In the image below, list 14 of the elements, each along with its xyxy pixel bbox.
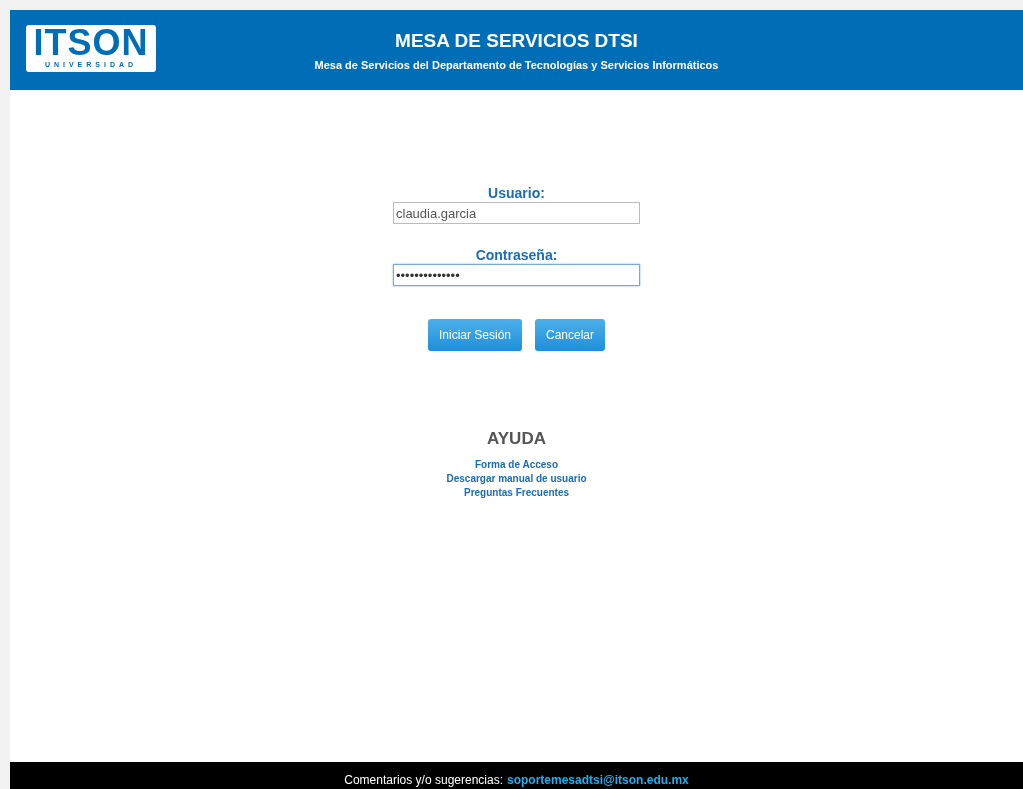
help-heading: AYUDA [487,428,546,450]
field-label: Usuario: [488,184,545,202]
help-link[interactable]: Descargar manual de usuario [446,471,587,486]
field-label: Contraseña: [475,246,558,264]
input-field[interactable]: claudia.garcia [393,202,640,224]
input-field[interactable]: •••••••••••••• [393,264,640,286]
email-link[interactable]: soportemesadtsi@itson.edu.mx [507,770,689,789]
page-title: MESA DE SERVICIOS DTSI [395,28,638,53]
help-link[interactable]: Preguntas Frecuentes [463,485,569,500]
footer-text: Comentarios y/o sugerencias: [344,771,503,789]
action-button[interactable]: Iniciar Sesión [427,319,522,351]
action-button[interactable]: Cancelar [535,319,606,351]
page-subtitle: Mesa de Servicios del Departamento de Tecnologías y Servicios Informáticos [314,57,719,73]
help-link[interactable]: Forma de Acceso [475,457,558,472]
